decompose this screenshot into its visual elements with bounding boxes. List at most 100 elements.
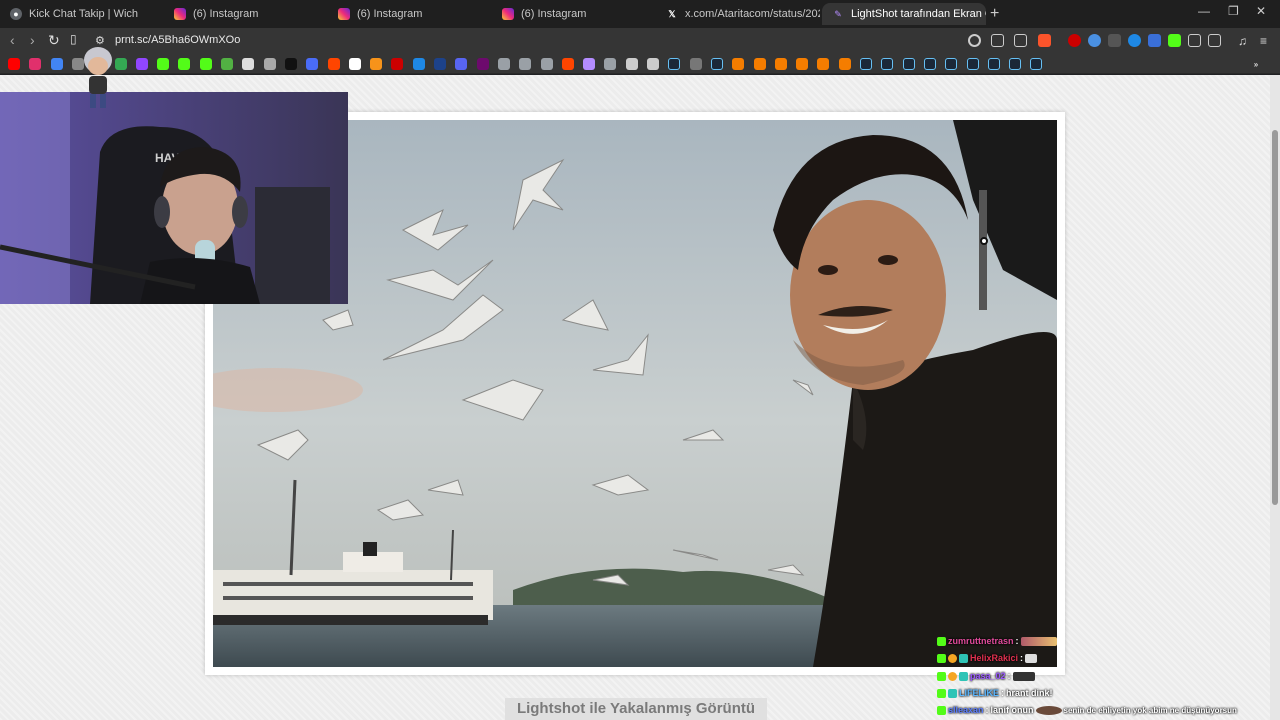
bookmark-bitcoin-icon[interactable] (370, 58, 383, 70)
tab-instagram-1[interactable]: (6) Instagram (164, 3, 328, 25)
extension-red-icon[interactable] (1068, 34, 1081, 47)
extension-audio-icon[interactable] (1088, 34, 1101, 47)
bookmark-blog-icon[interactable] (838, 58, 851, 70)
tab-title: (6) Instagram (521, 8, 587, 20)
bookmark-blog-icon[interactable] (732, 58, 745, 70)
chat-username: pasa_02 (970, 671, 1006, 681)
chat-username: HelixRakici (970, 653, 1019, 663)
bookmark-discord-icon[interactable] (455, 58, 468, 70)
bookmark-blue-icon[interactable] (412, 58, 425, 70)
bookmark-red-icon[interactable] (391, 58, 404, 70)
webcam-overlay: HAV (0, 92, 348, 304)
bookmarks-overflow-icon[interactable]: » (1250, 58, 1262, 70)
bookmark-steam-icon[interactable] (1009, 58, 1022, 70)
zoom-icon[interactable] (968, 34, 981, 47)
chat-text: hrant dink! (1006, 688, 1053, 698)
cast-icon[interactable] (991, 34, 1004, 47)
chat-separator: : (1020, 653, 1024, 663)
bookmark-steam-icon[interactable] (966, 58, 979, 70)
tab-title: (6) Instagram (193, 8, 259, 20)
chat-emote-icon (1025, 653, 1038, 663)
bookmark-kc-icon[interactable] (476, 58, 489, 70)
gift-badge-icon (948, 688, 957, 698)
gift-badge-icon (959, 653, 968, 663)
chat-emote-icon (1035, 705, 1062, 715)
kick-badge-icon (937, 653, 946, 663)
forward-icon[interactable]: › (30, 32, 35, 48)
bookmark-folder-icon[interactable] (647, 58, 659, 70)
bookmark-xbox-icon[interactable] (221, 58, 233, 70)
bookmark-nba-icon[interactable] (434, 58, 446, 70)
extension-window-icon[interactable] (1148, 34, 1161, 47)
brave-shield-icon[interactable] (1038, 34, 1051, 47)
lightshot-feather-icon: ✎ (834, 8, 842, 19)
instagram-icon (502, 8, 514, 20)
tab-instagram-2[interactable]: (6) Instagram (328, 3, 492, 25)
tab-x-status[interactable]: 𝕏 x.com/Ataritacom/status/202877240 (656, 3, 820, 25)
restore-button[interactable]: ❐ (1228, 4, 1239, 18)
bookmark-kick-icon[interactable] (178, 58, 191, 70)
chat-message: slleaxan : lanif onun senin de ehliyetin… (937, 705, 1237, 715)
bookmark-chrome-icon[interactable] (50, 58, 63, 70)
minimize-button[interactable]: — (1198, 4, 1210, 18)
bookmark-steam-icon[interactable] (945, 58, 958, 70)
back-icon[interactable]: ‹ (10, 32, 15, 48)
bookmark-steam-icon[interactable] (668, 58, 681, 70)
bookmark-blog-icon[interactable] (753, 58, 766, 70)
kick-extension-icon[interactable] (1168, 34, 1181, 47)
close-window-button[interactable]: ✕ (1256, 4, 1266, 18)
bookmark-globe-icon[interactable] (540, 58, 553, 70)
extension-blue-icon[interactable] (1128, 34, 1141, 47)
tab-instagram-3[interactable]: (6) Instagram (492, 3, 656, 25)
bookmark-steam-icon[interactable] (1030, 58, 1043, 70)
bookmark-openai-icon[interactable] (263, 58, 276, 70)
bookmark-steam-icon[interactable] (902, 58, 915, 70)
extension-gray-icon[interactable] (1108, 34, 1121, 47)
bookmark-twitch-icon[interactable] (135, 58, 148, 70)
bookmark-youtube-icon[interactable] (8, 58, 20, 70)
bookmark-steam-icon[interactable] (881, 58, 894, 70)
tab-kick-chat[interactable]: ● Kick Chat Takip | Wich (0, 3, 164, 25)
media-icon[interactable]: ♫ (1238, 34, 1251, 48)
bookmark-square-icon[interactable] (306, 58, 319, 70)
sidebar-icon[interactable] (1208, 34, 1221, 47)
tab-lightshot[interactable]: ✎ LightShot tarafından Ekran Görü ✕ (822, 3, 986, 25)
bookmark-globe-icon[interactable] (604, 58, 617, 70)
stream-chat-overlay: zumruttnetrasn : HelixRakici : pasa_02 :… (937, 634, 1270, 720)
bookmark-globe-icon[interactable] (519, 58, 532, 70)
bookmark-icon[interactable]: ▯ (70, 32, 77, 46)
chat-separator: : (1007, 671, 1011, 681)
bookmark-extension-icon[interactable] (689, 58, 702, 70)
tab-title: Kick Chat Takip | Wich (29, 8, 139, 20)
bookmark-steam-icon[interactable] (710, 58, 723, 70)
bookmark-steam-icon[interactable] (860, 58, 872, 70)
share-icon[interactable] (1014, 34, 1027, 47)
bookmarks-bar: » (0, 54, 1280, 74)
chat-username: zumruttnetrasn (948, 636, 1014, 646)
scrollbar[interactable] (1270, 75, 1280, 720)
bookmark-x-icon[interactable] (284, 58, 297, 70)
bookmark-feather-icon[interactable] (583, 58, 596, 70)
bookmark-reddit-icon[interactable] (327, 58, 340, 70)
kick-badge-icon (937, 671, 946, 681)
menu-icon[interactable]: ≡ (1260, 34, 1273, 48)
bookmark-doc-icon[interactable] (625, 58, 638, 70)
chat-username: LIFELIKE (959, 688, 999, 698)
bookmark-blog-icon[interactable] (796, 58, 809, 70)
url-field[interactable]: prnt.sc/A5Bha6OWmXOo (115, 34, 240, 46)
reload-icon[interactable]: ↻ (48, 32, 60, 49)
bookmark-kick-icon[interactable] (157, 58, 170, 70)
bookmark-reddit-icon[interactable] (561, 58, 574, 70)
bookmark-steam-icon[interactable] (987, 58, 1000, 70)
bookmark-blog-icon[interactable] (817, 58, 830, 70)
bookmark-steam-icon[interactable] (923, 58, 936, 70)
bookmark-kick-icon[interactable] (199, 58, 212, 70)
bookmark-instagram-icon[interactable] (29, 58, 42, 70)
bookmark-anchor-icon[interactable] (242, 58, 255, 70)
scrollbar-thumb[interactable] (1272, 130, 1278, 505)
bookmark-p-icon[interactable] (348, 58, 361, 70)
bookmark-globe-icon[interactable] (497, 58, 510, 70)
new-tab-button[interactable]: + (990, 5, 999, 23)
extensions-puzzle-icon[interactable] (1188, 34, 1201, 47)
bookmark-blog-icon[interactable] (774, 58, 787, 70)
